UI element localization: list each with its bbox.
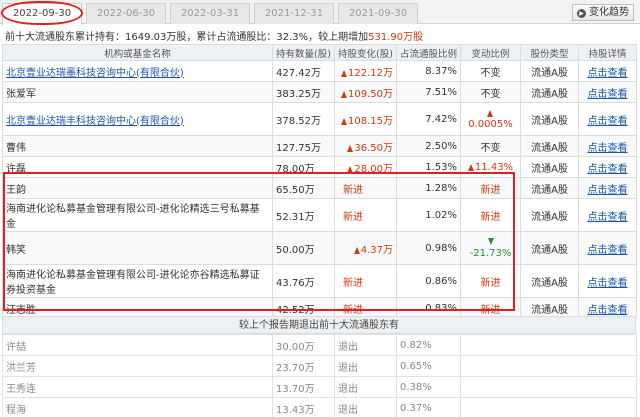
holding-change: 36.50万: [334, 135, 397, 157]
period-tab-bar: 2022-09-30 2022-06-30 2022-03-31 2021-12…: [0, 0, 640, 25]
arrow-up-icon: [487, 110, 493, 117]
exited-holding-quantity: 23.70万: [272, 355, 335, 377]
col-header-detail: 持股详情: [578, 44, 637, 61]
view-detail-link[interactable]: 点击查看: [578, 102, 637, 136]
variation-ratio: 不变: [460, 60, 521, 82]
exited-holding-quantity: 13.70万: [272, 376, 335, 398]
empty-cell: [460, 355, 637, 377]
summary-ratio: ，累计占流通股比：32.3%，: [186, 32, 319, 43]
holder-name[interactable]: 北京壹业达瑞丰科技咨询中心(有限合伙): [2, 102, 273, 136]
table-row: 王秀连 13.70万 退出 0.38%: [2, 376, 637, 398]
variation-ratio: 0.0005%: [460, 102, 521, 136]
holding-quantity: 378.52万: [272, 102, 335, 136]
view-detail-link[interactable]: 点击查看: [578, 60, 637, 82]
table-row: 曹伟 127.75万 36.50万 2.50% 不变 流通A股 点击查看: [2, 135, 637, 157]
share-type: 流通A股: [520, 81, 579, 103]
col-header-var: 变动比例: [460, 44, 521, 61]
variation-ratio: 不变: [460, 135, 521, 157]
summary-change-prefix: 较上期增加: [318, 32, 369, 43]
empty-cell: [460, 376, 637, 398]
summary-change: 531.90万股: [368, 32, 424, 43]
tab-annotation-circle: [1, 1, 83, 25]
holding-quantity: 127.75万: [272, 135, 335, 157]
arrow-up-icon: [341, 69, 347, 77]
col-header-change: 持股变化(股): [334, 44, 397, 61]
share-type: 流通A股: [520, 177, 579, 199]
holding-change: 109.50万: [334, 81, 397, 103]
tab-2022-06-30[interactable]: 2022-06-30: [86, 3, 166, 24]
trend-button-label: 变化趋势: [589, 7, 629, 18]
exits-title: 较上个报告期退出前十大流通股东有: [2, 316, 636, 334]
view-detail-link[interactable]: 点击查看: [578, 264, 637, 298]
exited-holder-name: 许喆: [2, 334, 273, 356]
exited-holding-quantity: 13.43万: [272, 397, 335, 417]
share-type: 流通A股: [520, 231, 579, 265]
holding-change: 122.12万: [334, 60, 397, 82]
share-type: 流通A股: [520, 198, 579, 232]
holding-change: 108.15万: [334, 102, 397, 136]
exited-holder-name: 程海: [2, 397, 273, 417]
exit-status: 退出: [334, 397, 397, 417]
exited-float-ratio: 0.37%: [396, 397, 461, 417]
table-header-row: 机构或基金名称 持有数量(股) 持股变化(股) 占流通股比例 变动比例 股份类型…: [2, 44, 637, 61]
float-share-ratio: 7.42%: [396, 102, 461, 136]
share-type: 流通A股: [520, 156, 579, 178]
table-row: 北京壹业达瑞墨科技咨询中心(有限合伙) 427.42万 122.12万 8.37% 不变…: [2, 60, 637, 82]
share-type: 流通A股: [520, 135, 579, 157]
exited-holding-quantity: 30.00万: [272, 334, 335, 356]
table-row: 张爱军 383.25万 109.50万 7.51% 不变 流通A股 点击查看: [2, 81, 637, 103]
view-detail-link[interactable]: 点击查看: [578, 81, 637, 103]
view-detail-link[interactable]: 点击查看: [578, 135, 637, 157]
holder-name[interactable]: 北京壹业达瑞墨科技咨询中心(有限合伙): [2, 60, 273, 82]
table-row: 许喆 30.00万 退出 0.82%: [2, 334, 637, 356]
share-type: 流通A股: [520, 102, 579, 136]
arrow-up-icon: [347, 144, 354, 152]
col-header-type: 股份类型: [520, 44, 579, 61]
exit-status: 退出: [334, 334, 397, 356]
variation-ratio: 不变: [460, 81, 521, 103]
arrow-up-icon: [341, 90, 347, 98]
col-header-name: 机构或基金名称: [2, 44, 273, 61]
empty-cell: [460, 397, 637, 417]
share-type: 流通A股: [520, 264, 579, 298]
view-detail-link[interactable]: 点击查看: [578, 198, 637, 232]
exited-holder-name: 王秀连: [2, 376, 273, 398]
summary-shares: 1649.03万股: [125, 32, 187, 43]
float-share-ratio: 8.37%: [396, 60, 461, 82]
tab-2021-12-31[interactable]: 2021-12-31: [254, 3, 334, 24]
play-circle-icon: ▶: [577, 9, 586, 18]
holdings-summary: 前十大流通股东累计持有：1649.03万股，累计占流通股比：32.3%，较上期增…: [5, 28, 424, 43]
exit-status: 退出: [334, 376, 397, 398]
holding-quantity: 383.25万: [272, 81, 335, 103]
exited-float-ratio: 0.82%: [396, 334, 461, 356]
trend-button[interactable]: ▶ 变化趋势: [572, 4, 634, 21]
arrow-up-icon: [341, 117, 347, 125]
arrow-up-icon: [467, 163, 474, 171]
col-header-pct: 占流通股比例: [396, 44, 461, 61]
view-detail-link[interactable]: 点击查看: [578, 156, 637, 178]
tab-2022-03-31[interactable]: 2022-03-31: [170, 3, 250, 24]
holder-name: 张爱军: [2, 81, 273, 103]
exited-float-ratio: 0.65%: [396, 355, 461, 377]
exited-holder-name: 洪兰芳: [2, 355, 273, 377]
view-detail-link[interactable]: 点击查看: [578, 231, 637, 265]
share-type: 流通A股: [520, 60, 579, 82]
exited-holders-table: 许喆 30.00万 退出 0.82% 洪兰芳 23.70万 退出 0.65% 王秀连 13.70万…: [2, 334, 637, 417]
float-share-ratio: 7.51%: [396, 81, 461, 103]
exited-float-ratio: 0.38%: [396, 376, 461, 398]
summary-prefix: 前十大流通股东累计持有：: [5, 32, 125, 43]
exit-status: 退出: [334, 355, 397, 377]
holder-name: 曹伟: [2, 135, 273, 157]
tab-2021-09-30[interactable]: 2021-09-30: [338, 3, 418, 24]
view-detail-link[interactable]: 点击查看: [578, 177, 637, 199]
table-row: 程海 13.43万 退出 0.37%: [2, 397, 637, 417]
holding-quantity: 427.42万: [272, 60, 335, 82]
empty-cell: [460, 334, 637, 356]
table-row: 北京壹业达瑞丰科技咨询中心(有限合伙) 378.52万 108.15万 7.42% 0.…: [2, 102, 637, 136]
table-row: 洪兰芳 23.70万 退出 0.65%: [2, 355, 637, 377]
float-share-ratio: 2.50%: [396, 135, 461, 157]
col-header-qty: 持有数量(股): [272, 44, 335, 61]
new-holders-highlight-box: [3, 172, 515, 311]
